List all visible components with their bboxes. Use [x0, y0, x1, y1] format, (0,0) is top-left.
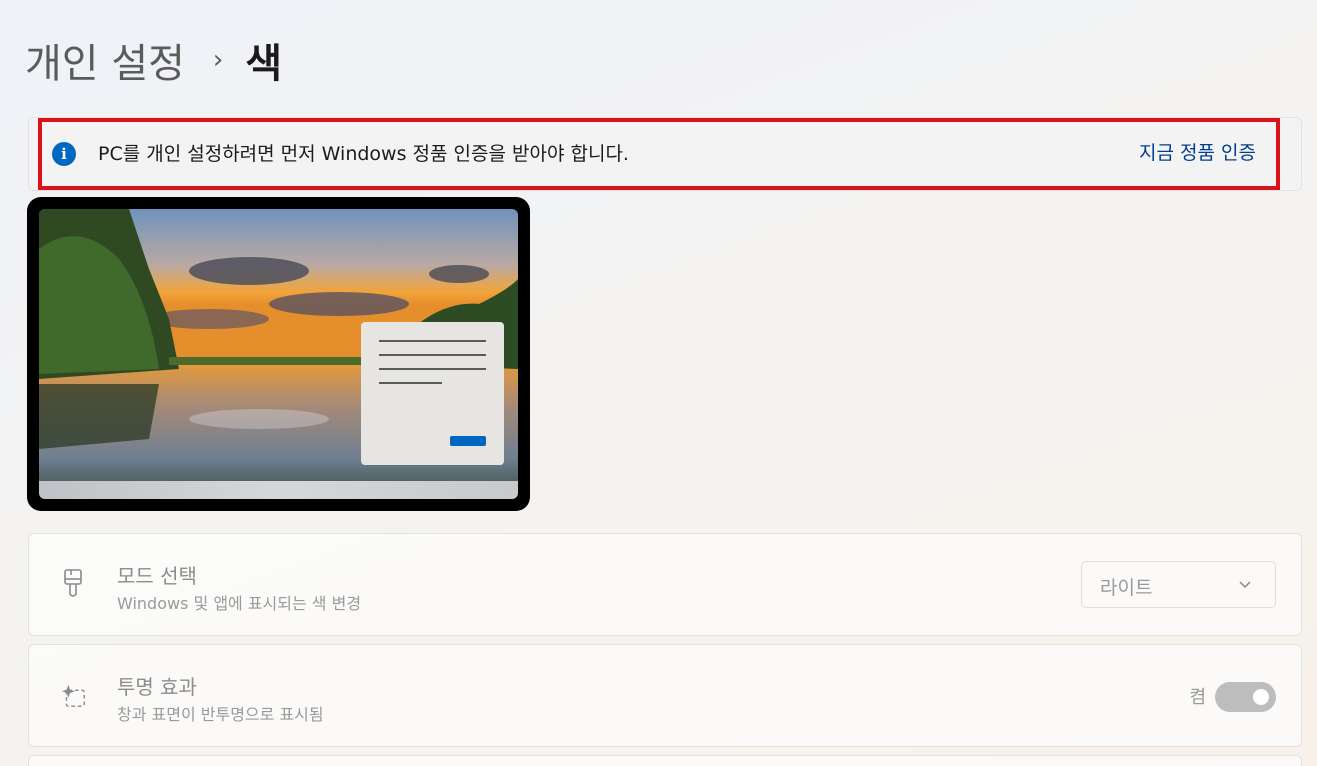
mode-dropdown-value: 라이트: [1100, 577, 1153, 599]
chevron-down-icon: [1239, 581, 1251, 589]
transparency-state-label: 켬: [1189, 687, 1206, 708]
mode-subtitle: Windows 및 앱에 표시되는 색 변경: [117, 594, 362, 613]
info-icon: i: [52, 142, 76, 166]
mode-dropdown[interactable]: 라이트: [1081, 561, 1276, 608]
transparency-toggle[interactable]: [1215, 682, 1276, 712]
sparkle-icon: [59, 679, 87, 711]
transparency-setting-card: 투명 효과 창과 표면이 반투명으로 표시됨 켬: [28, 644, 1302, 747]
breadcrumb: 개인 설정 › 색: [25, 30, 282, 90]
page-title: 색: [245, 41, 283, 87]
toggle-knob: [1253, 689, 1269, 705]
mode-setting-card: 모드 선택 Windows 및 앱에 표시되는 색 변경 라이트: [28, 533, 1302, 636]
preview-window: [361, 322, 504, 465]
transparency-subtitle: 창과 표면이 반투명으로 표시됨: [117, 705, 324, 724]
preview-button: [450, 436, 486, 446]
breadcrumb-parent-link[interactable]: 개인 설정: [25, 31, 185, 89]
paintbrush-icon: [59, 568, 87, 600]
activate-now-link[interactable]: 지금 정품 인증: [1139, 141, 1256, 165]
preview-taskbar: [39, 481, 518, 499]
activation-message: PC를 개인 설정하려면 먼저 Windows 정품 인증을 받아야 합니다.: [98, 143, 629, 165]
theme-preview-screen: [39, 209, 518, 499]
mode-title: 모드 선택: [117, 564, 197, 588]
chevron-right-icon: ›: [212, 45, 224, 75]
transparency-title: 투명 효과: [117, 675, 197, 699]
next-setting-card: [28, 755, 1302, 766]
